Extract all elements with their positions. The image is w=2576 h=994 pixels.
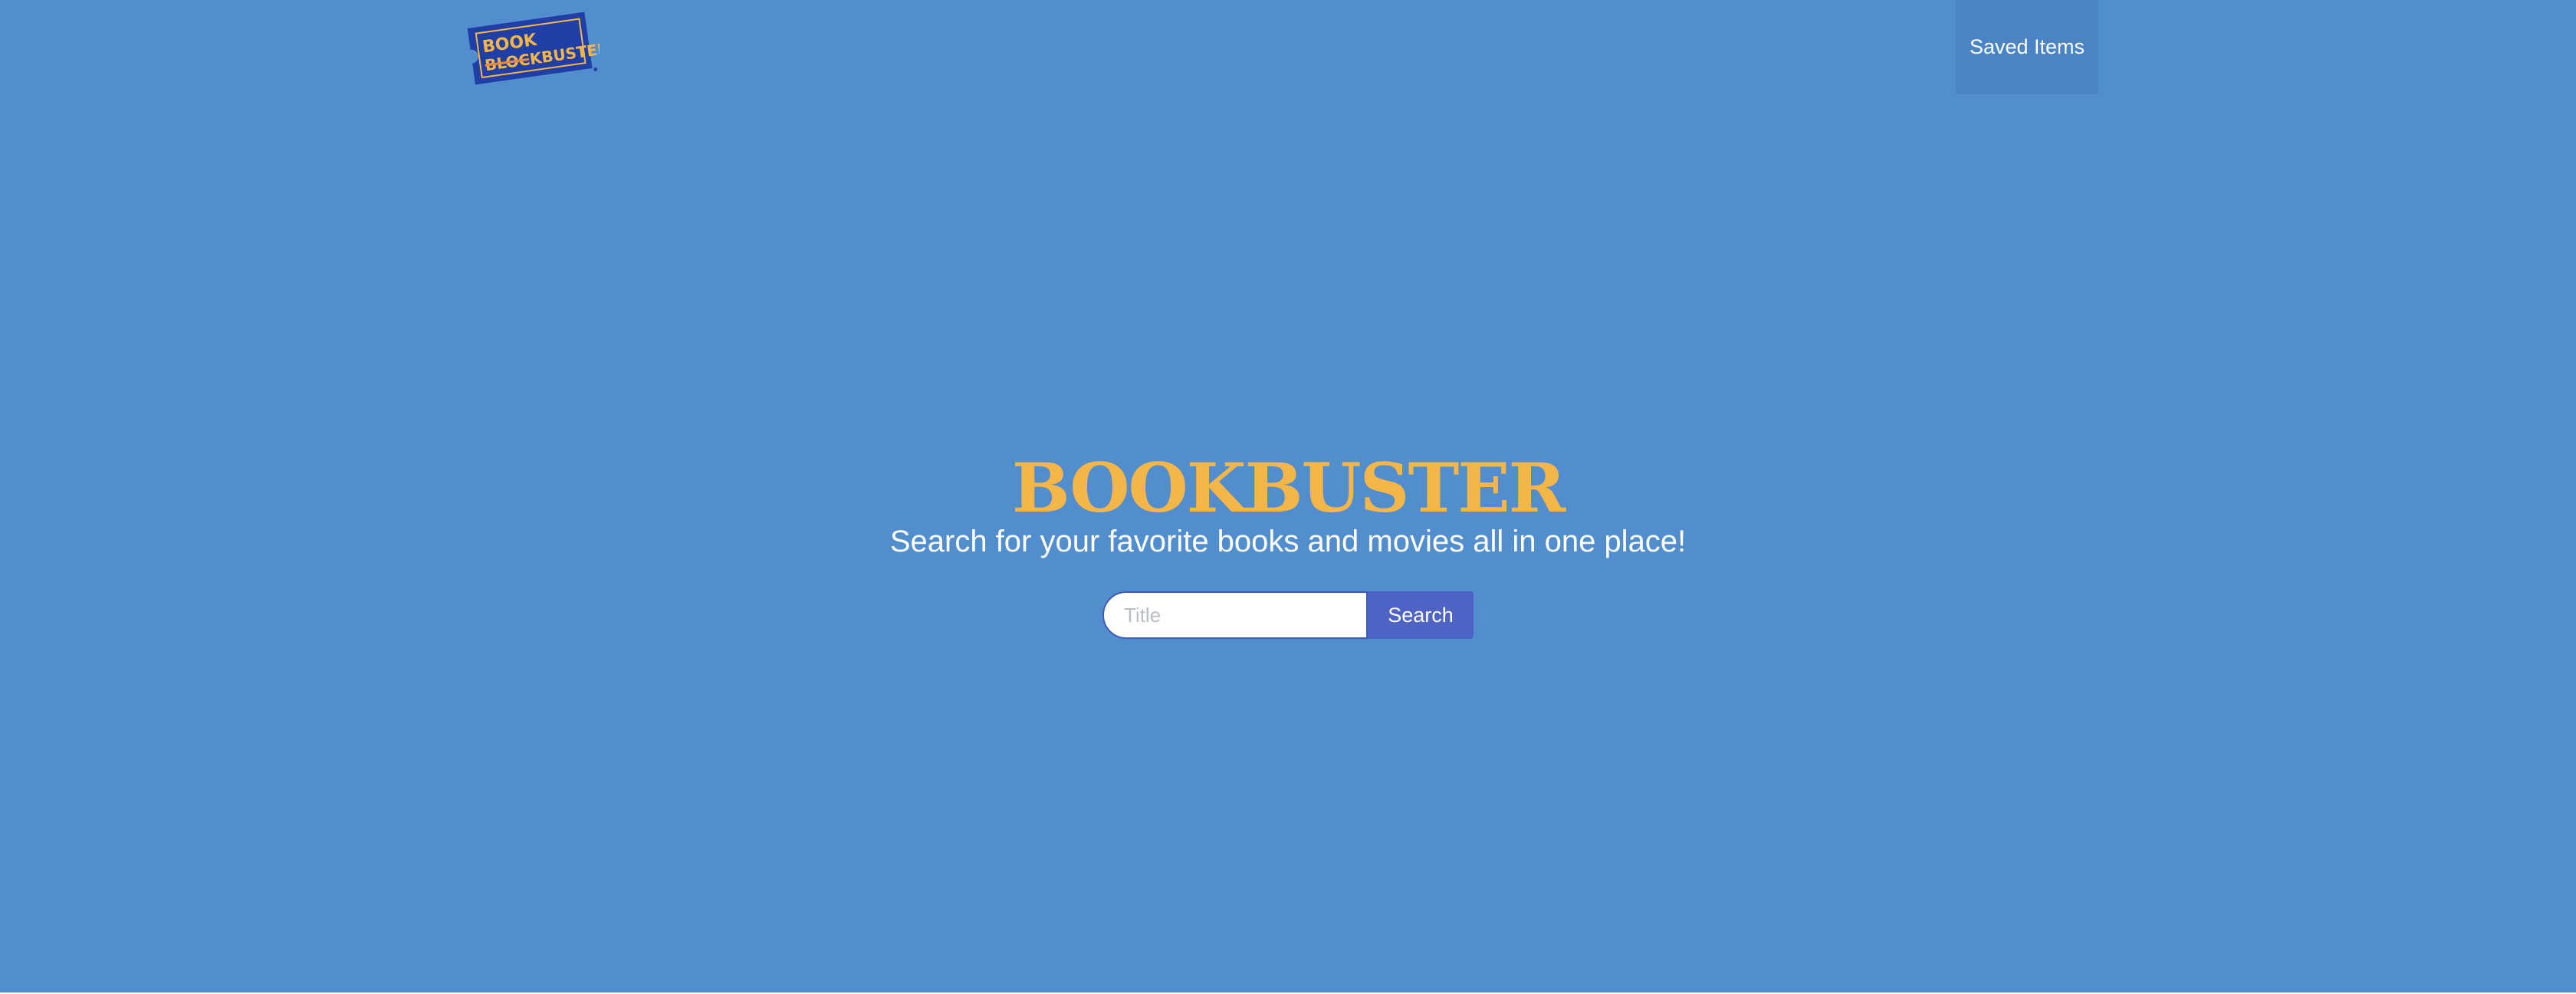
navbar: BOOK BLOCKBUSTER Saved Items [0, 0, 2576, 95]
search-form: Search [1102, 591, 1474, 639]
search-input[interactable] [1102, 591, 1368, 639]
page-background: BOOK BLOCKBUSTER Saved Items BOOKBUSTER … [0, 0, 2576, 992]
saved-items-link[interactable]: Saved Items [1956, 0, 2098, 94]
search-button[interactable]: Search [1368, 591, 1474, 639]
tagline: Search for your favorite books and movie… [889, 525, 1687, 558]
page-title: BOOKBUSTER [1011, 448, 1566, 528]
bookbuster-logo[interactable]: BOOK BLOCKBUSTER [460, 6, 600, 89]
ticket-logo-icon: BOOK BLOCKBUSTER [467, 12, 600, 85]
